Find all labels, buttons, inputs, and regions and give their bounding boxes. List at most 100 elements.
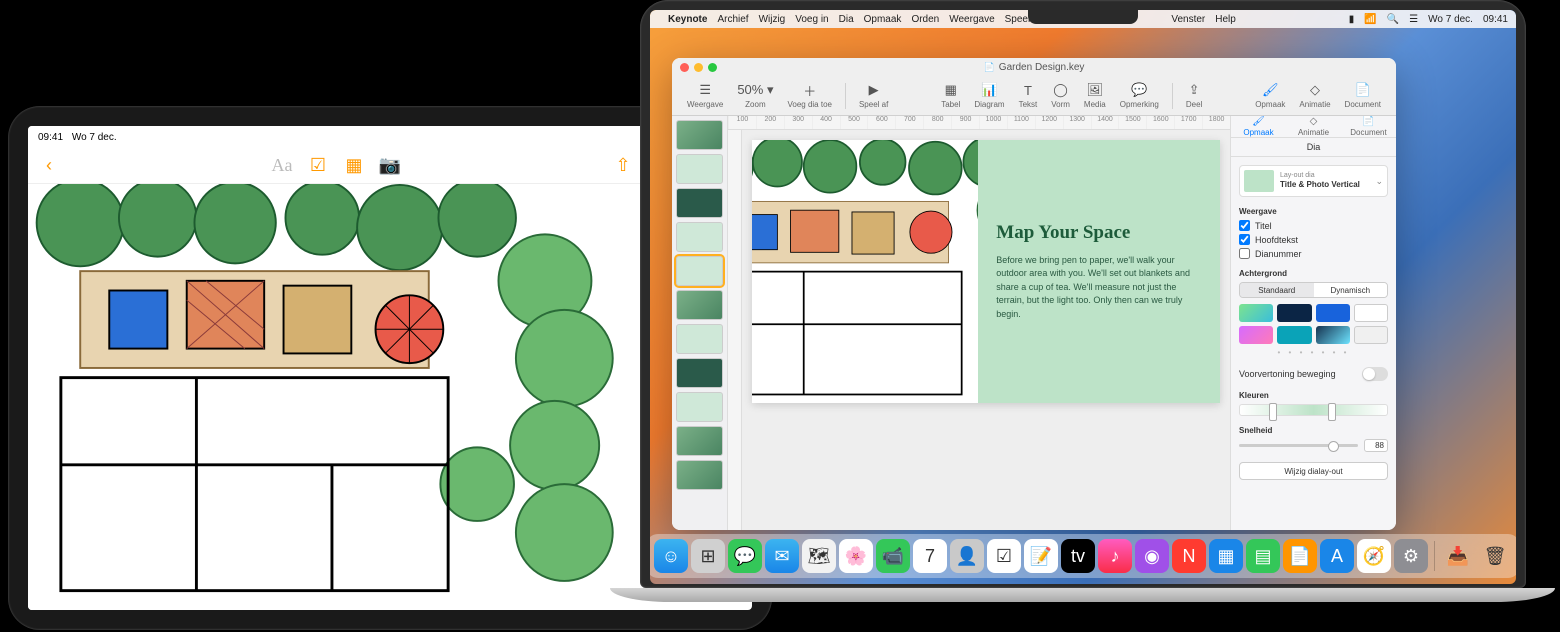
toolbar-deel[interactable]: ⇪Deel — [1181, 82, 1207, 109]
menu-slide[interactable]: Dia — [839, 14, 854, 25]
back-icon[interactable]: ‹ — [38, 155, 60, 177]
toolbar-tabel[interactable]: ▦Tabel — [936, 82, 965, 109]
toolbar-speel-af[interactable]: ▶Speel af — [854, 82, 893, 109]
dock-news[interactable]: N — [1172, 539, 1206, 573]
toolbar-voeg-dia-toe[interactable]: ＋Voeg dia toe — [782, 82, 836, 109]
bg-swatch[interactable] — [1277, 304, 1311, 322]
slide-thumb[interactable] — [676, 358, 723, 388]
dock-keynote[interactable]: ▦ — [1209, 539, 1243, 573]
menu-arrange[interactable]: Orden — [911, 14, 939, 25]
dock-music[interactable]: ♪ — [1098, 539, 1132, 573]
speed-slider[interactable] — [1239, 444, 1358, 447]
dock-tv[interactable]: tv — [1061, 539, 1095, 573]
slide-thumb[interactable] — [676, 392, 723, 422]
menu-format[interactable]: Opmaak — [864, 14, 902, 25]
text-style-icon[interactable]: Aa — [271, 155, 293, 177]
dock-photos[interactable]: 🌸 — [839, 539, 873, 573]
bg-swatch[interactable] — [1316, 304, 1350, 322]
slide-thumb[interactable] — [676, 154, 723, 184]
bg-swatch[interactable] — [1354, 326, 1388, 344]
background-segment[interactable]: Standaard Dynamisch — [1239, 282, 1388, 298]
dock-launchpad[interactable]: ⊞ — [691, 539, 725, 573]
motion-preview-toggle[interactable] — [1362, 367, 1388, 381]
tab-document[interactable]: 📄Document — [1341, 116, 1396, 137]
bg-swatch[interactable] — [1354, 304, 1388, 322]
slide-thumb[interactable] — [676, 120, 723, 150]
menu-file[interactable]: Archief — [717, 14, 748, 25]
slide-text-block[interactable]: Map Your Space Before we bring pen to pa… — [978, 140, 1220, 403]
dock-calendar[interactable]: 7 — [913, 539, 947, 573]
colors-gradient[interactable] — [1239, 404, 1388, 416]
control-center-icon[interactable]: ☰ — [1409, 14, 1418, 25]
slide-title[interactable]: Map Your Space — [996, 222, 1202, 244]
dock-maps[interactable]: 🗺 — [802, 539, 836, 573]
toolbar-opmerking[interactable]: 💬Opmerking — [1115, 82, 1164, 109]
fullscreen-button[interactable] — [708, 63, 717, 72]
swatch-pager[interactable]: • • • • • • • — [1239, 348, 1388, 357]
menubar-date[interactable]: Wo 7 dec. — [1428, 14, 1473, 25]
camera-icon[interactable]: 📷 — [379, 155, 401, 177]
bg-swatch[interactable] — [1277, 326, 1311, 344]
toolbar-tekst[interactable]: TTekst — [1014, 82, 1043, 109]
slide-body[interactable]: Before we bring pen to paper, we'll walk… — [996, 254, 1202, 322]
search-icon[interactable]: 🔍 — [1387, 14, 1399, 25]
menubar-time[interactable]: 09:41 — [1483, 14, 1508, 25]
slide-navigator[interactable] — [672, 116, 728, 530]
menu-view[interactable]: Weergave — [949, 14, 994, 25]
dock-facetime[interactable]: 📹 — [876, 539, 910, 573]
toolbar-weergave[interactable]: ☰Weergave — [682, 82, 728, 109]
bg-swatch[interactable] — [1316, 326, 1350, 344]
layout-selector[interactable]: Lay-out dia Title & Photo Vertical ⌄ — [1239, 165, 1388, 197]
checkbox-body[interactable]: Hoofdtekst — [1239, 234, 1388, 245]
slide-thumb-selected[interactable] — [676, 256, 723, 286]
dock-appstore[interactable]: A — [1320, 539, 1354, 573]
dock-podcasts[interactable]: ◉ — [1135, 539, 1169, 573]
dock-messages[interactable]: 💬 — [728, 539, 762, 573]
checklist-icon[interactable]: ☑ — [307, 155, 329, 177]
slide-thumb[interactable] — [676, 290, 723, 320]
menu-help[interactable]: Help — [1215, 14, 1236, 25]
seg-standard[interactable]: Standaard — [1240, 283, 1314, 297]
drawing-canvas[interactable] — [28, 184, 694, 610]
dock-contacts[interactable]: 👤 — [950, 539, 984, 573]
bg-swatch[interactable] — [1239, 326, 1273, 344]
slide-thumb[interactable] — [676, 324, 723, 354]
menu-edit[interactable]: Wijzig — [759, 14, 786, 25]
menu-keynote[interactable]: Keynote — [668, 14, 707, 25]
toolbar-diagram[interactable]: 📊Diagram — [969, 82, 1009, 109]
slide-thumb[interactable] — [676, 188, 723, 218]
tab-format[interactable]: 🖌Opmaak — [1231, 116, 1286, 137]
toolbar-animatie[interactable]: ◇Animatie — [1294, 82, 1335, 109]
seg-dynamic[interactable]: Dynamisch — [1314, 283, 1388, 297]
toolbar-vorm[interactable]: ◯Vorm — [1046, 82, 1075, 109]
slide-canvas[interactable]: Map Your Space Before we bring pen to pa… — [742, 130, 1230, 530]
slide-thumb[interactable] — [676, 222, 723, 252]
dock-reminders[interactable]: ☑ — [987, 539, 1021, 573]
close-button[interactable] — [680, 63, 689, 72]
dock-numbers[interactable]: ▤ — [1246, 539, 1280, 573]
toolbar-opmaak[interactable]: 🖌Opmaak — [1250, 82, 1290, 109]
speed-value[interactable]: 88 — [1364, 439, 1388, 452]
edit-layout-button[interactable]: Wijzig dialay-out — [1239, 462, 1388, 480]
battery-icon[interactable]: ▮ — [1349, 14, 1355, 25]
slide-image[interactable] — [752, 140, 978, 403]
dock-trash[interactable]: 🗑 — [1478, 539, 1512, 573]
dock-safari[interactable]: 🧭 — [1357, 539, 1391, 573]
dock-downloads[interactable]: 📥 — [1441, 539, 1475, 573]
dock-mail[interactable]: ✉ — [765, 539, 799, 573]
menu-insert[interactable]: Voeg in — [795, 14, 828, 25]
dock-finder[interactable]: ☺ — [654, 539, 688, 573]
minimize-button[interactable] — [694, 63, 703, 72]
dock-notes[interactable]: 📝 — [1024, 539, 1058, 573]
toolbar-zoom[interactable]: 50% ▾Zoom — [732, 82, 778, 109]
toolbar-document[interactable]: 📄Document — [1340, 82, 1386, 109]
table-icon[interactable]: ▦ — [343, 155, 365, 177]
checkbox-title[interactable]: Titel — [1239, 220, 1388, 231]
checkbox-slidenum[interactable]: Dianummer — [1239, 248, 1388, 259]
slide-thumb[interactable] — [676, 426, 723, 456]
tab-animate[interactable]: ◇Animatie — [1286, 116, 1341, 137]
menu-window[interactable]: Venster — [1171, 14, 1205, 25]
dock-settings[interactable]: ⚙ — [1394, 539, 1428, 573]
bg-swatch[interactable] — [1239, 304, 1273, 322]
slide-thumb[interactable] — [676, 460, 723, 490]
